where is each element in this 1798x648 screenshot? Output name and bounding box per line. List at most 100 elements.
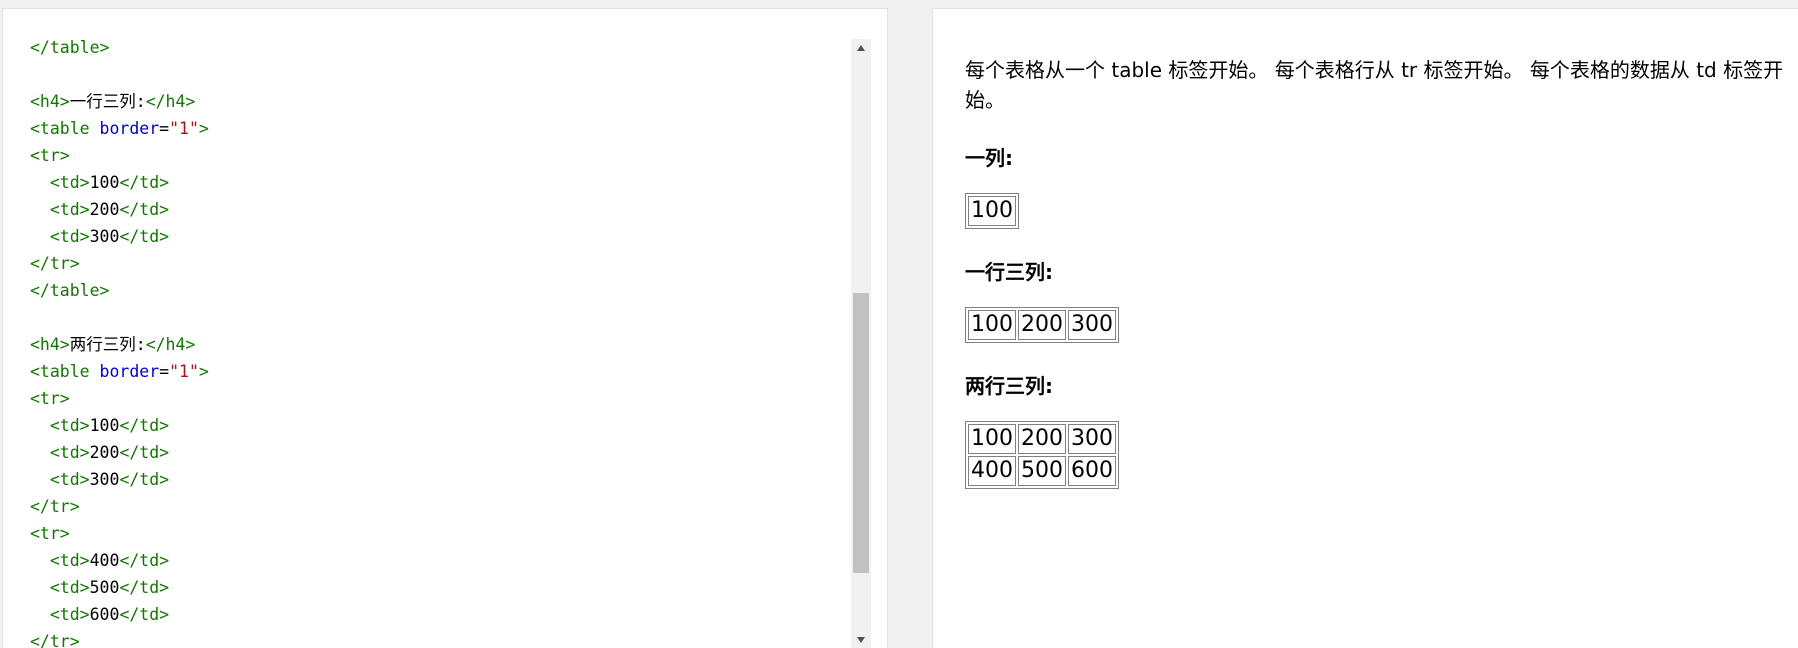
table-cell: 300 bbox=[1068, 424, 1116, 454]
code-token: </table> bbox=[30, 281, 110, 300]
code-line[interactable]: <tr> bbox=[30, 385, 209, 412]
demo-table: 100 bbox=[965, 193, 1019, 229]
code-token: <td> bbox=[49, 200, 90, 219]
table-cell: 500 bbox=[1018, 456, 1066, 486]
code-token: 600 bbox=[89, 605, 120, 624]
code-line[interactable]: <td>100</td> bbox=[30, 412, 209, 439]
code-line[interactable]: </table> bbox=[30, 34, 209, 61]
code-token: </tr> bbox=[30, 632, 80, 648]
code-line[interactable]: <td>300</td> bbox=[30, 223, 209, 250]
code-token: </td> bbox=[119, 416, 170, 435]
code-line[interactable]: <td>200</td> bbox=[30, 196, 209, 223]
code-line[interactable]: </tr> bbox=[30, 628, 209, 648]
code-editor-pane[interactable]: </table> <h4>一行三列:</h4> <table border="1"… bbox=[2, 8, 888, 648]
code-token: 300 bbox=[89, 470, 120, 489]
code-token: = bbox=[159, 362, 170, 381]
code-token: </td> bbox=[119, 200, 170, 219]
section-heading: 一列: bbox=[965, 146, 1013, 170]
code-token: > bbox=[198, 119, 209, 138]
table-cell: 400 bbox=[968, 456, 1016, 486]
code-line[interactable]: </tr> bbox=[30, 493, 209, 520]
table-cell: 200 bbox=[1018, 424, 1066, 454]
table-row: 400 500 600 bbox=[968, 456, 1116, 486]
pane-divider[interactable] bbox=[888, 0, 932, 648]
code-token: <table bbox=[30, 362, 100, 381]
table-cell: 300 bbox=[1068, 310, 1116, 340]
code-token: </tr> bbox=[30, 497, 80, 516]
table-row: 100 200 300 bbox=[968, 310, 1116, 340]
code-line[interactable] bbox=[30, 304, 209, 331]
code-token: = bbox=[159, 119, 170, 138]
code-token: <td> bbox=[49, 416, 90, 435]
code-line[interactable]: <tr> bbox=[30, 142, 209, 169]
code-line[interactable]: </table> bbox=[30, 277, 209, 304]
scroll-thumb[interactable] bbox=[853, 293, 869, 573]
code-token: </td> bbox=[119, 443, 170, 462]
code-token: </table> bbox=[30, 38, 110, 57]
code-token: <tr> bbox=[30, 146, 70, 165]
code-token: </td> bbox=[119, 173, 170, 192]
table-row: 100 bbox=[968, 196, 1016, 226]
code-line[interactable]: <td>600</td> bbox=[30, 601, 209, 628]
code-token: <table bbox=[30, 119, 100, 138]
table-cell: 100 bbox=[968, 424, 1016, 454]
code-token: 500 bbox=[89, 578, 120, 597]
code-token: <td> bbox=[49, 227, 90, 246]
code-line[interactable]: <h4>一行三列:</h4> bbox=[30, 88, 209, 115]
code-token: 200 bbox=[89, 200, 120, 219]
code-token: </td> bbox=[119, 551, 170, 570]
demo-table: 100 200 300 400 500 600 bbox=[965, 421, 1119, 489]
intro-paragraph: 每个表格从一个 table 标签开始。 每个表格行从 tr 标签开始。 每个表格… bbox=[965, 58, 1784, 112]
scroll-down-button[interactable] bbox=[851, 631, 871, 648]
table-cell: 100 bbox=[968, 310, 1016, 340]
code-token: border bbox=[99, 119, 160, 138]
code-token: </h4> bbox=[145, 92, 196, 111]
code-line[interactable]: <tr> bbox=[30, 520, 209, 547]
table-cell: 200 bbox=[1018, 310, 1066, 340]
code-line[interactable]: </tr> bbox=[30, 250, 209, 277]
code-line[interactable] bbox=[30, 61, 209, 88]
code-token: </td> bbox=[119, 470, 170, 489]
code-token: <h4> bbox=[30, 335, 70, 354]
code-line[interactable]: <td>200</td> bbox=[30, 439, 209, 466]
section-heading: 一行三列: bbox=[965, 260, 1053, 284]
table-cell: 100 bbox=[968, 196, 1016, 226]
code-line[interactable]: <td>300</td> bbox=[30, 466, 209, 493]
code-line[interactable]: <table border="1"> bbox=[30, 358, 209, 385]
scroll-up-button[interactable] bbox=[851, 39, 871, 57]
arrow-up-icon bbox=[857, 45, 865, 51]
preview-pane: 每个表格从一个 table 标签开始。 每个表格行从 tr 标签开始。 每个表格… bbox=[932, 8, 1798, 648]
code-line[interactable]: <td>100</td> bbox=[30, 169, 209, 196]
code-token: </td> bbox=[119, 227, 170, 246]
code-token: </td> bbox=[119, 578, 170, 597]
code-token: </tr> bbox=[30, 254, 80, 273]
code-line[interactable]: <td>500</td> bbox=[30, 574, 209, 601]
code-token: 100 bbox=[89, 173, 120, 192]
code-line[interactable]: <table border="1"> bbox=[30, 115, 209, 142]
preview-content: 每个表格从一个 table 标签开始。 每个表格行从 tr 标签开始。 每个表格… bbox=[965, 55, 1795, 489]
editor-scrollbar[interactable] bbox=[851, 39, 871, 648]
code-token: <tr> bbox=[30, 524, 70, 543]
code-token: 200 bbox=[89, 443, 120, 462]
code-token: border bbox=[99, 362, 160, 381]
code-token: 一行三列: bbox=[69, 92, 146, 111]
code-token: 两行三列: bbox=[69, 335, 146, 354]
code-line[interactable]: <td>400</td> bbox=[30, 547, 209, 574]
demo-table: 100 200 300 bbox=[965, 307, 1119, 343]
code-token: <tr> bbox=[30, 389, 70, 408]
code-token: <td> bbox=[49, 578, 90, 597]
code-token: <h4> bbox=[30, 92, 70, 111]
table-row: 100 200 300 bbox=[968, 424, 1116, 454]
code-token: <td> bbox=[49, 443, 90, 462]
code-token: "1" bbox=[169, 119, 199, 138]
code-token: > bbox=[198, 362, 209, 381]
code-token: <td> bbox=[49, 551, 90, 570]
code-editor[interactable]: </table> <h4>一行三列:</h4> <table border="1"… bbox=[30, 34, 209, 648]
code-line[interactable]: <h4>两行三列:</h4> bbox=[30, 331, 209, 358]
